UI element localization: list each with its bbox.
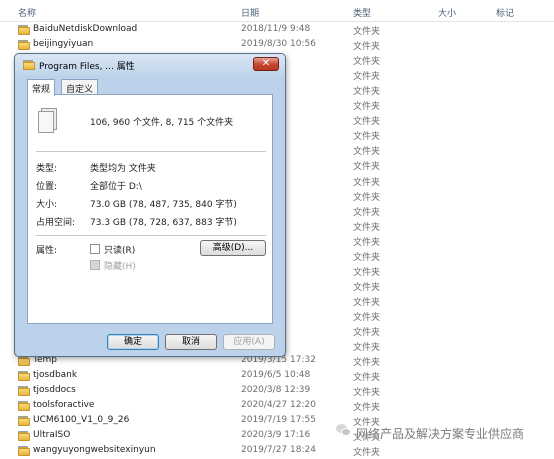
file-date: 2020/4/27 12:20 <box>241 400 316 411</box>
file-type: 文件夹 <box>353 297 381 308</box>
file-date: 2019/7/27 18:24 <box>241 445 316 456</box>
attributes-label: 属性: <box>36 246 58 256</box>
size-value: 73.0 GB (78, 487, 735, 840 字节) <box>90 200 237 210</box>
readonly-label[interactable]: 只读(R) <box>104 243 135 256</box>
type-label: 类型: <box>36 164 58 174</box>
folder-icon <box>23 60 35 70</box>
file-type: 文件夹 <box>353 403 381 414</box>
file-type: 文件夹 <box>353 57 381 68</box>
file-type: 文件夹 <box>353 448 381 459</box>
file-type: 文件夹 <box>353 237 381 248</box>
folder-icon <box>18 416 30 427</box>
file-type: 文件夹 <box>353 358 381 369</box>
apply-button: 应用(A) <box>223 334 275 350</box>
dialog-title: Program Files, ... 属性 <box>39 62 135 72</box>
file-type: 文件夹 <box>353 312 381 323</box>
file-date: 2020/3/8 12:39 <box>241 385 311 396</box>
file-type: 文件夹 <box>353 42 381 53</box>
file-row[interactable]: toolsforactive 2020/4/27 12:20 文件夹 <box>0 399 554 414</box>
file-type: 文件夹 <box>353 177 381 188</box>
ok-button[interactable]: 确定 <box>107 334 159 350</box>
file-type: 文件夹 <box>353 87 381 98</box>
folder-icon <box>18 401 30 412</box>
file-icon <box>38 111 54 133</box>
file-date: 2018/11/9 9:48 <box>241 24 311 34</box>
cancel-button[interactable]: 取消 <box>165 334 217 350</box>
column-header-type[interactable]: 类型 <box>353 6 371 19</box>
file-type: 文件夹 <box>353 132 381 143</box>
file-name[interactable]: toolsforactive <box>33 400 94 410</box>
divider <box>36 235 266 236</box>
file-row[interactable]: tjosddocs 2020/3/8 12:39 文件夹 <box>0 384 554 399</box>
item-count-summary: 106, 960 个文件, 8, 715 个文件夹 <box>90 118 234 128</box>
size-on-disk-value: 73.3 GB (78, 728, 637, 883 字节) <box>90 218 237 228</box>
wechat-icon <box>336 424 352 438</box>
column-header-name[interactable]: 名称 <box>18 6 36 19</box>
file-type: 文件夹 <box>353 117 381 128</box>
folder-icon <box>18 40 30 51</box>
file-name[interactable]: UltraISO <box>33 430 70 440</box>
type-value: 类型均为 文件夹 <box>90 164 156 174</box>
properties-dialog: Program Files, ... 属性 ✕ 常规 自定义 106, 960 … <box>14 53 286 357</box>
file-type: 文件夹 <box>353 147 381 158</box>
file-name[interactable]: beijingyiyuan <box>33 39 93 49</box>
advanced-button[interactable]: 高级(D)... <box>200 240 266 256</box>
file-type: 文件夹 <box>353 222 381 233</box>
column-header-tags[interactable]: 标记 <box>496 6 514 19</box>
hidden-label: 隐藏(H) <box>104 262 136 272</box>
folder-icon <box>18 356 30 367</box>
file-type: 文件夹 <box>353 282 381 293</box>
dialog-titlebar[interactable]: Program Files, ... 属性 ✕ <box>15 54 285 76</box>
file-type: 文件夹 <box>353 252 381 263</box>
folder-icon <box>18 371 30 382</box>
file-type: 文件夹 <box>353 162 381 173</box>
close-button[interactable]: ✕ <box>253 57 279 71</box>
file-type: 文件夹 <box>353 72 381 83</box>
general-tab-panel: 106, 960 个文件, 8, 715 个文件夹 类型: 类型均为 文件夹 位… <box>27 94 273 324</box>
folder-icon <box>18 431 30 442</box>
file-date: 2019/8/30 10:56 <box>241 39 316 50</box>
file-type: 文件夹 <box>353 373 381 384</box>
readonly-checkbox[interactable] <box>90 244 100 254</box>
hidden-checkbox <box>90 260 100 270</box>
file-name[interactable]: UCM6100_V1_0_9_26 <box>33 415 129 425</box>
file-type: 文件夹 <box>353 343 381 354</box>
file-row[interactable]: wangyuyongwebsitexinyun 2019/7/27 18:24 文件… <box>0 444 554 459</box>
file-row[interactable]: beijingyiyuan 2019/8/30 10:56 文件夹 <box>0 38 554 53</box>
file-type: 文件夹 <box>353 192 381 203</box>
location-label: 位置: <box>36 182 58 192</box>
tab-customize[interactable]: 自定义 <box>61 79 99 95</box>
file-type: 文件夹 <box>353 328 381 338</box>
file-name[interactable]: wangyuyongwebsitexinyun <box>33 445 156 455</box>
column-header-size[interactable]: 大小 <box>438 6 456 19</box>
file-type: 文件夹 <box>353 102 381 113</box>
file-name[interactable]: tjosdbank <box>33 370 77 380</box>
tab-general[interactable]: 常规 <box>27 79 56 96</box>
folder-icon <box>18 25 30 35</box>
file-name[interactable]: tjosddocs <box>33 385 76 395</box>
location-value: 全部位于 D:\ <box>90 182 142 192</box>
file-date: 2019/6/5 10:48 <box>241 370 311 381</box>
folder-icon <box>18 386 30 397</box>
folder-icon <box>18 446 30 457</box>
file-date: 2019/7/19 17:55 <box>241 415 316 426</box>
watermark-text: 网络产品及解决方案专业供应商 <box>356 427 525 441</box>
column-header-date[interactable]: 日期 <box>241 6 259 19</box>
file-row[interactable]: tjosdbank 2019/6/5 10:48 文件夹 <box>0 369 554 384</box>
divider <box>36 151 266 152</box>
file-type: 文件夹 <box>353 388 381 399</box>
file-type: 文件夹 <box>353 207 381 218</box>
file-type: 文件夹 <box>353 267 381 278</box>
column-header-bar: 名称 日期 类型 大小 标记 <box>0 0 554 22</box>
size-on-disk-label: 占用空间: <box>36 218 76 228</box>
file-name[interactable]: BaiduNetdiskDownload <box>33 24 137 34</box>
size-label: 大小: <box>36 200 58 210</box>
file-type: 文件夹 <box>353 27 381 37</box>
file-row[interactable]: BaiduNetdiskDownload 2018/11/9 9:48 文件夹 <box>0 23 554 38</box>
file-date: 2020/3/9 17:16 <box>241 430 311 441</box>
